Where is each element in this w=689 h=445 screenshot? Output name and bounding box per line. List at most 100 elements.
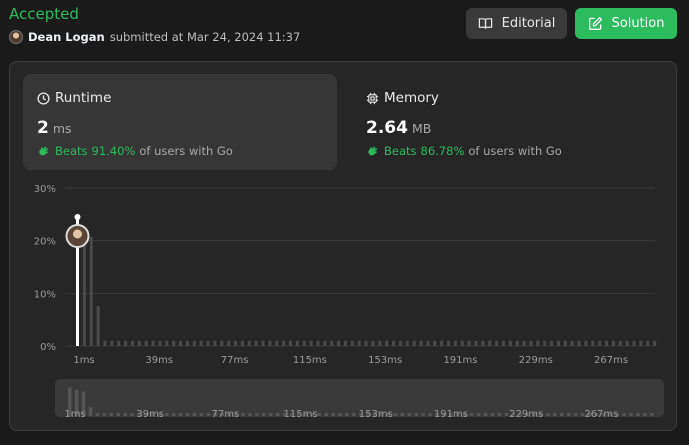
distribution-bar — [447, 340, 451, 346]
submission-info: Dean Logan submitted at Mar 24, 2024 11:… — [9, 30, 300, 44]
navigator-bar — [130, 413, 134, 416]
navigator-bar — [546, 413, 550, 416]
navigator-bar — [636, 413, 640, 416]
navigator-bar — [553, 413, 557, 416]
distribution-bar — [282, 340, 286, 346]
distribution-bar — [357, 340, 361, 346]
runtime-distribution-chart: 0% 10% 20% 30% 1ms 39ms 77ms 115ms 153ms 191ms 229… — [34, 184, 657, 420]
y-tick-label: 20% — [34, 237, 56, 248]
user-name[interactable]: Dean Logan — [28, 30, 105, 44]
user-avatar[interactable] — [9, 30, 23, 44]
distribution-bar — [515, 340, 519, 346]
distribution-bar — [392, 340, 396, 346]
navigator-bar — [338, 413, 342, 416]
distribution-bar — [591, 340, 595, 346]
distribution-bar — [343, 340, 347, 346]
distribution-bar — [227, 340, 231, 346]
navigator-bar — [165, 413, 169, 416]
distribution-bar — [261, 340, 265, 346]
distribution-bar — [488, 340, 492, 346]
distribution-bar — [508, 340, 512, 346]
distribution-bar — [117, 340, 121, 346]
distribution-bar — [323, 340, 327, 346]
navigator-tick-label: 153ms — [359, 409, 393, 420]
distribution-bar — [350, 340, 354, 346]
navigator-bar — [622, 413, 626, 416]
distribution-bar — [110, 340, 114, 346]
navigator-tick-label: 1ms — [64, 409, 85, 420]
distribution-bar — [536, 340, 540, 346]
navigator-bar — [171, 413, 176, 416]
distribution-bar — [563, 340, 567, 346]
y-tick-label: 0% — [40, 342, 56, 353]
distribution-bar — [481, 340, 485, 346]
navigator-tick-label: 39ms — [136, 409, 164, 420]
x-tick-label: 267ms — [594, 355, 628, 366]
x-tick-label: 191ms — [443, 355, 477, 366]
distribution-bar — [295, 340, 299, 346]
distribution-bar — [584, 340, 588, 346]
distribution-bar — [254, 340, 258, 346]
distribution-bar — [364, 340, 368, 346]
marker-dot — [74, 214, 81, 220]
distribution-bar — [611, 340, 615, 346]
navigator-bar — [199, 413, 204, 416]
navigator-bar — [206, 413, 211, 416]
distribution-bar — [653, 340, 657, 346]
y-tick-label: 10% — [34, 289, 56, 300]
distribution-bar — [453, 340, 457, 346]
navigator-bar — [352, 413, 356, 416]
x-tick-label: 1ms — [73, 355, 94, 366]
navigator-bar — [345, 413, 349, 416]
navigator-tick-label: 77ms — [212, 409, 240, 420]
distribution-bar — [268, 340, 272, 346]
editorial-label: Editorial — [501, 16, 556, 31]
distribution-bar — [165, 340, 169, 346]
distribution-bar — [501, 340, 505, 346]
distribution-bar — [467, 340, 471, 346]
navigator-bar — [566, 413, 571, 416]
distribution-bar — [543, 340, 547, 346]
submitted-time: submitted at Mar 24, 2024 11:37 — [109, 30, 301, 44]
navigator-bar — [559, 413, 564, 416]
distribution-bar — [137, 340, 141, 346]
distribution-bar — [522, 340, 526, 346]
navigator-tick-label: 115ms — [284, 409, 318, 420]
navigator-bar — [497, 413, 502, 416]
x-tick-label: 153ms — [368, 355, 402, 366]
distribution-bar — [440, 340, 444, 346]
editorial-button[interactable]: Editorial — [466, 8, 567, 39]
navigator-bar — [116, 413, 121, 416]
navigator-bar — [317, 413, 321, 416]
navigator-bar — [123, 413, 127, 416]
distribution-bar — [124, 340, 128, 346]
distribution-bar — [550, 340, 554, 346]
navigator-bar — [504, 413, 509, 416]
distribution-bar — [529, 340, 533, 346]
x-tick-label: 39ms — [145, 355, 173, 366]
distribution-bar — [220, 340, 224, 346]
navigator-bar — [414, 413, 418, 416]
distribution-bar — [213, 340, 217, 346]
distribution-bar — [275, 340, 279, 346]
result-panel: Runtime 2 ms Beats 91.40% of users with … — [9, 61, 677, 431]
submission-status: Accepted — [9, 5, 79, 23]
distribution-bar — [605, 340, 609, 346]
solution-button[interactable]: Solution — [575, 8, 677, 39]
edit-icon — [588, 16, 602, 30]
distribution-bar — [385, 340, 389, 346]
navigator-bar — [178, 413, 183, 416]
distribution-bar — [433, 340, 437, 346]
navigator-bar — [483, 413, 488, 416]
distribution-bar — [378, 340, 382, 346]
distribution-bar — [172, 340, 176, 346]
distribution-bar — [151, 340, 155, 346]
distribution-bar — [632, 340, 636, 346]
navigator-bar — [248, 413, 252, 416]
distribution-bar — [309, 340, 313, 346]
distribution-bar — [82, 229, 86, 346]
navigator-bar — [331, 413, 335, 416]
navigator-bar — [407, 413, 412, 416]
navigator-tick-label: 191ms — [434, 409, 468, 420]
distribution-bar — [426, 340, 430, 346]
